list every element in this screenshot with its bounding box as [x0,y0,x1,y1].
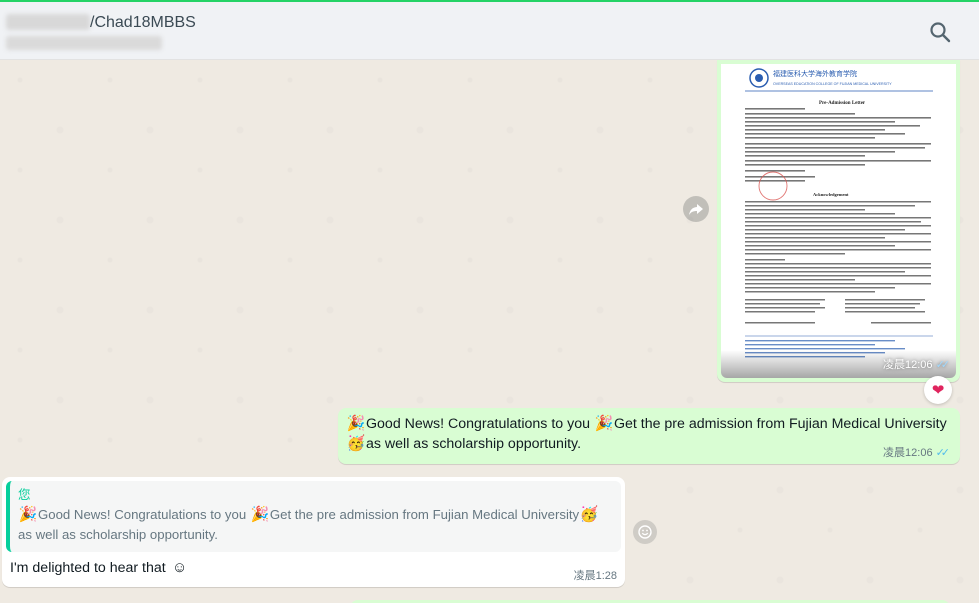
letter-section-title: Acknowledgement [813,192,849,197]
outgoing-message[interactable]: 🎉Good News! Congratulations to you 🎉Get … [338,408,960,464]
letter-institution-en: OVERSEAS EDUCATION COLLEGE OF FUJIAN MED… [773,82,892,86]
letter-institution-cn: 福建医科大学海外教育学院 [773,69,857,78]
forward-icon[interactable] [683,196,709,222]
chat-header: /Chad18MBBS [0,0,979,60]
incoming-message[interactable]: 您 🎉Good News! Congratulations to you 🎉Ge… [2,477,625,587]
incoming-message-time: 凌晨1:28 [573,570,617,582]
party-popper-icon: 🎉 [18,506,38,523]
party-popper-icon: 🎉 [594,415,614,432]
chat-title[interactable]: /Chad18MBBS [90,14,196,32]
quote-author: 您 [18,488,31,502]
quoted-message[interactable]: 您 🎉Good News! Congratulations to you 🎉Ge… [6,481,621,552]
party-popper-icon: 🎉 [346,415,366,432]
search-icon[interactable] [928,20,954,46]
pre-admission-letter-image[interactable]: 福建医科大学海外教育学院 OVERSEAS EDUCATION COLLEGE … [721,64,956,378]
blurred-contact-info [6,36,162,50]
outgoing-text-part2: Get the pre admission from Fujian Medica… [613,416,947,432]
outgoing-message-time: 凌晨12:06 [883,447,933,459]
outgoing-message-meta: 凌晨12:06 ✓✓ [883,444,950,460]
image-message[interactable]: 福建医科大学海外教育学院 OVERSEAS EDUCATION COLLEGE … [717,60,960,382]
blurred-avatar-name [6,14,90,30]
outgoing-text-part3: as well as scholarship opportunity. [366,436,582,452]
party-popper-icon: 🥳 [346,435,366,452]
quote-text-part2: Get the pre admission from Fujian Medica… [269,507,580,522]
heart-reaction-icon[interactable]: ❤ [924,376,952,404]
party-popper-icon: 🥳 [579,506,599,523]
double-check-icon: ✓✓ [935,446,951,459]
quote-text-part1: Good News! Congratulations to you [38,507,247,522]
party-popper-icon: 🎉 [250,506,270,523]
incoming-reply-text: I'm delighted to hear that [10,560,166,576]
quote-text-part3: as well as scholarship opportunity. [18,527,218,542]
emoji-icon[interactable] [633,520,657,544]
chat-area: 福建医科大学海外教育学院 OVERSEAS EDUCATION COLLEGE … [0,60,979,603]
image-message-time: 凌晨12:06 ✓✓ [882,359,950,371]
smiling-face-icon: ☺ [172,559,188,576]
letter-title: Pre-Admission Letter [819,101,866,106]
outgoing-text-part1: Good News! Congratulations to you [366,416,590,432]
